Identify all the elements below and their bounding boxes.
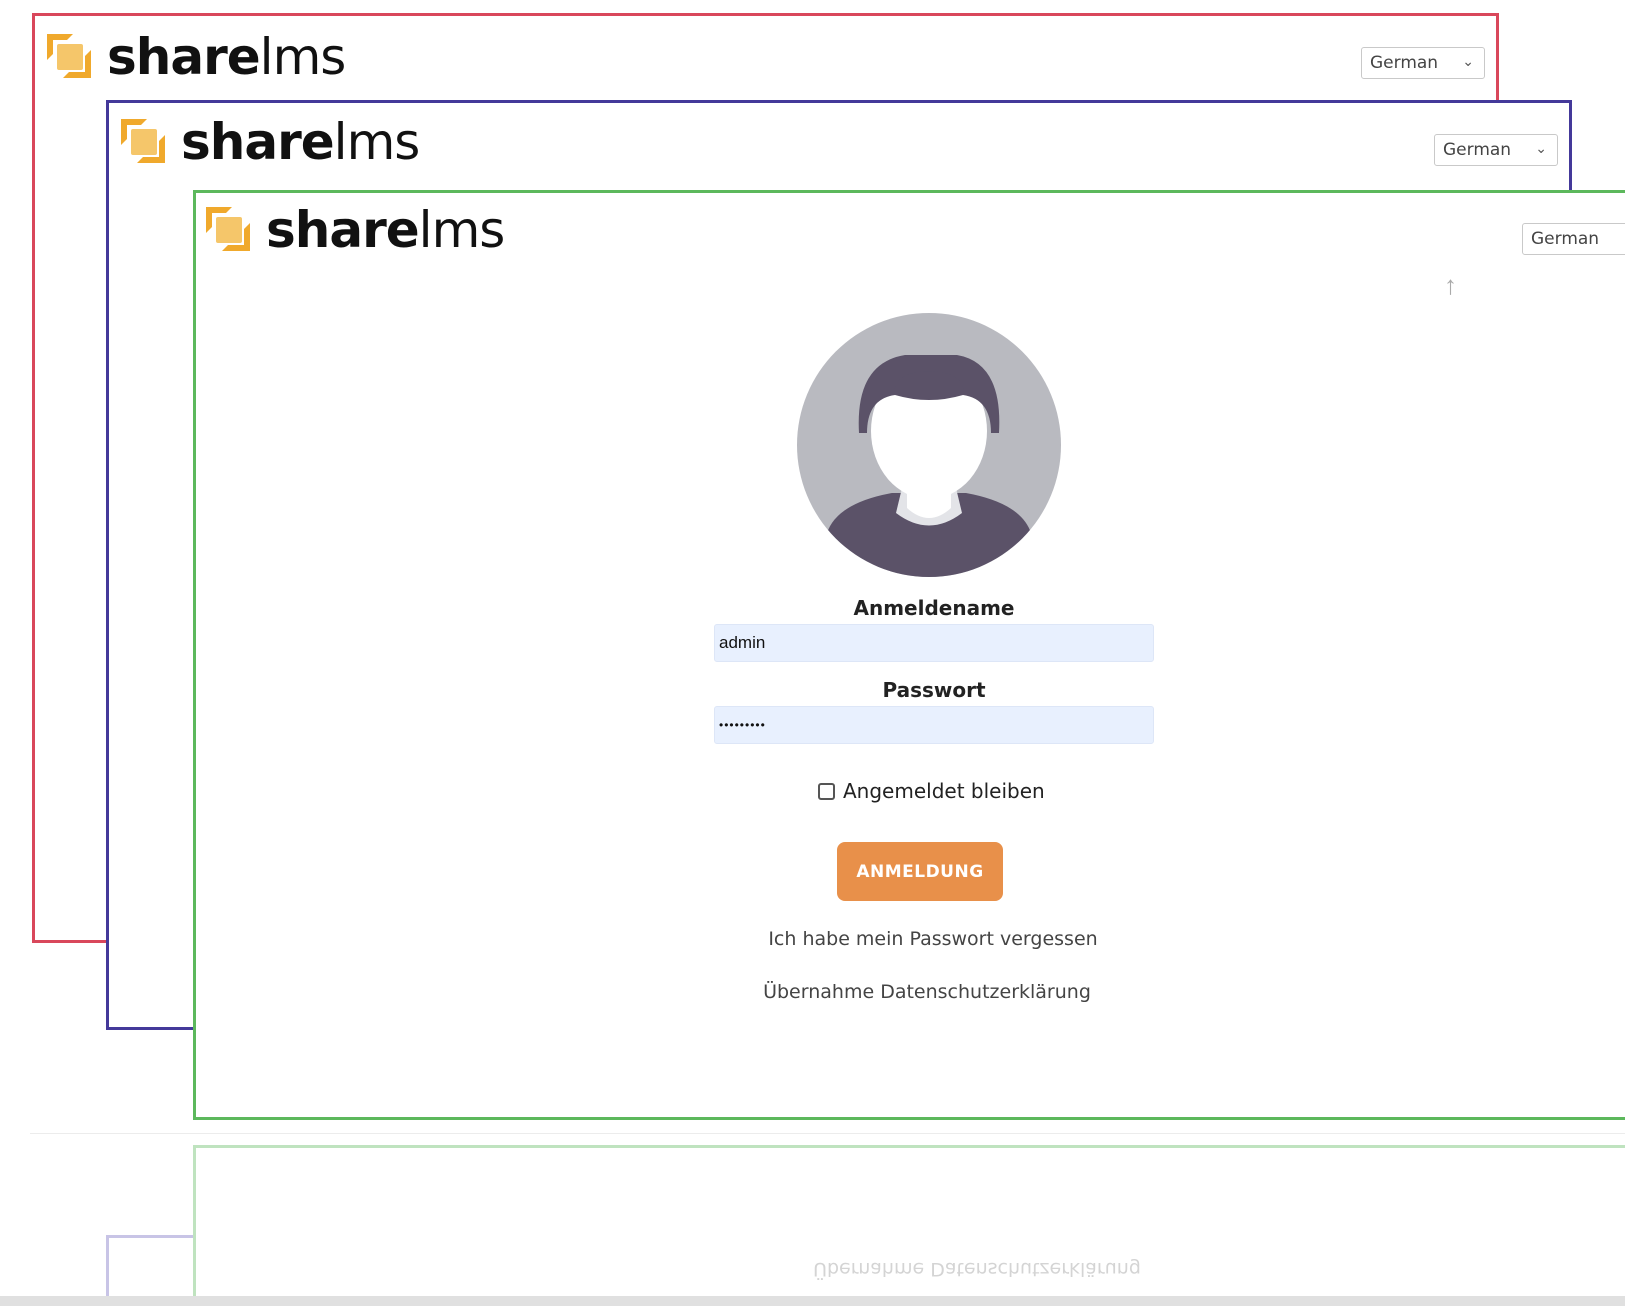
language-select[interactable]: German ⌄ bbox=[1434, 134, 1558, 166]
language-select[interactable]: German ⌄ bbox=[1522, 223, 1625, 255]
language-select-value: German bbox=[1443, 140, 1512, 160]
screenshot-stage: sharelms German ⌄ sharelms German ⌄ shar… bbox=[0, 0, 1625, 1306]
forgot-password-link[interactable]: Ich habe mein Passwort vergessen bbox=[683, 928, 1183, 950]
brand-name-bold: share bbox=[266, 201, 420, 259]
brand-logo: sharelms bbox=[121, 117, 420, 167]
username-input[interactable]: admin bbox=[714, 624, 1154, 662]
brand-name: sharelms bbox=[107, 32, 346, 82]
username-label: Anmeldename bbox=[853, 596, 1015, 620]
reflection-frame-front bbox=[193, 1145, 1625, 1306]
remember-me-checkbox[interactable] bbox=[818, 782, 835, 800]
sharelms-logo-icon bbox=[206, 207, 252, 253]
remember-me-label: Angemeldet bleiben bbox=[843, 779, 1045, 803]
brand-logo: sharelms bbox=[206, 205, 505, 255]
brand-name: sharelms bbox=[266, 205, 505, 255]
brand-name-bold: share bbox=[181, 113, 335, 171]
chevron-down-icon: ⌄ bbox=[1462, 54, 1474, 70]
sharelms-logo-icon bbox=[47, 34, 93, 80]
password-input[interactable]: ••••••••• bbox=[714, 706, 1154, 744]
language-select[interactable]: German ⌄ bbox=[1361, 47, 1485, 79]
chevron-down-icon: ⌄ bbox=[1535, 141, 1547, 157]
bottom-edge bbox=[0, 1296, 1625, 1306]
user-avatar-icon bbox=[797, 313, 1061, 577]
login-button[interactable]: ANMELDUNG bbox=[837, 842, 1003, 901]
brand-logo: sharelms bbox=[47, 32, 346, 82]
reflection-divider bbox=[30, 1133, 1625, 1134]
password-label: Passwort bbox=[882, 678, 986, 702]
sharelms-logo-icon bbox=[121, 119, 167, 165]
reflection-privacy-text: Übernahme Datenschutzerklärung bbox=[813, 1258, 1141, 1280]
brand-name-light: lms bbox=[333, 113, 421, 171]
language-select-value: German bbox=[1531, 229, 1600, 249]
remember-me[interactable]: Angemeldet bleiben bbox=[818, 779, 1045, 803]
language-select-value: German bbox=[1370, 53, 1439, 73]
brand-name-light: lms bbox=[259, 28, 347, 86]
brand-name-bold: share bbox=[107, 28, 261, 86]
brand-name-light: lms bbox=[418, 201, 506, 259]
privacy-policy-link[interactable]: Übernahme Datenschutzerklärung bbox=[677, 981, 1177, 1003]
brand-name: sharelms bbox=[181, 117, 420, 167]
up-arrow-icon[interactable]: ↑ bbox=[1444, 270, 1457, 301]
